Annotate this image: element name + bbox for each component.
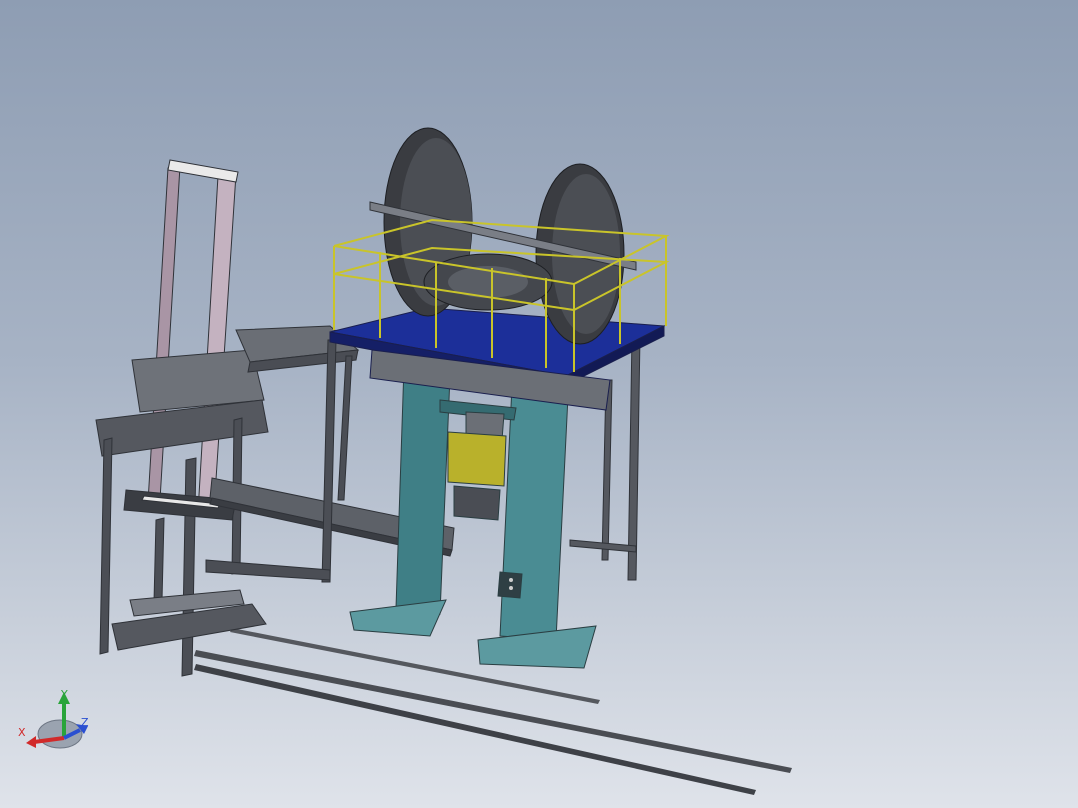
x-axis-label: X (18, 726, 26, 739)
cad-viewport[interactable]: X Y Z (0, 0, 1078, 808)
z-axis-label: Z (81, 716, 89, 729)
flywheels (369, 127, 637, 345)
y-axis-label: Y (60, 688, 68, 701)
axis-triad: X Y Z (18, 688, 89, 749)
loader-gantry (95, 159, 269, 677)
press-machine-model[interactable] (0, 0, 1078, 808)
